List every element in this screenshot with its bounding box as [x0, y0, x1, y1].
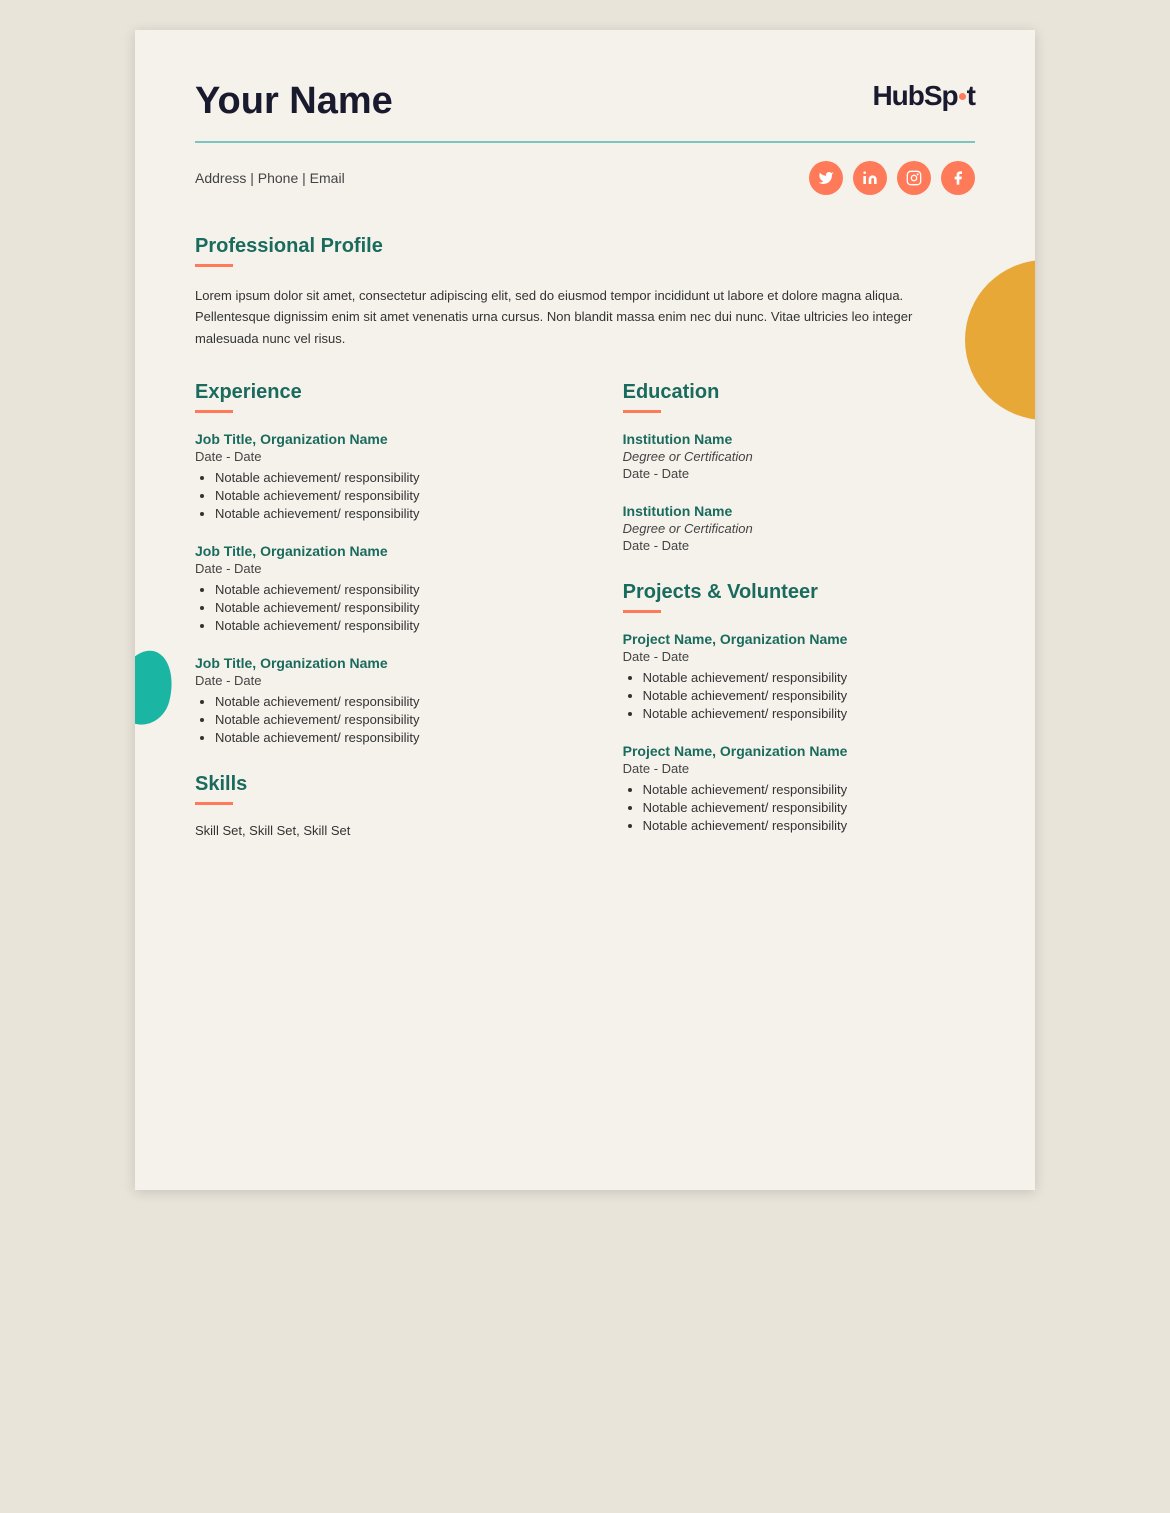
skills-section: Skills Skill Set, Skill Set, Skill Set — [195, 773, 583, 838]
list-item: Notable achievement/ responsibility — [215, 600, 583, 615]
instagram-icon[interactable] — [897, 161, 931, 195]
edu-institution-1: Institution Name — [623, 431, 975, 447]
exp-title-2: Job Title, Organization Name — [195, 543, 583, 559]
contact-row: Address | Phone | Email — [195, 161, 975, 195]
list-item: Notable achievement/ responsibility — [215, 506, 583, 521]
list-item: Notable achievement/ responsibility — [215, 488, 583, 503]
hubspot-text2: t — [967, 80, 975, 112]
edu-degree-2: Degree or Certification — [623, 521, 975, 536]
list-item: Notable achievement/ responsibility — [643, 818, 975, 833]
hubspot-logo: HubSpt — [872, 80, 975, 112]
list-item: Notable achievement/ responsibility — [215, 730, 583, 745]
exp-title-1: Job Title, Organization Name — [195, 431, 583, 447]
social-icons-group — [809, 161, 975, 195]
skills-heading: Skills — [195, 773, 583, 796]
exp-date-3: Date - Date — [195, 673, 583, 688]
education-underline — [623, 410, 661, 413]
education-section: Education Institution Name Degree or Cer… — [623, 381, 975, 553]
list-item: Notable achievement/ responsibility — [215, 712, 583, 727]
experience-entry-3: Job Title, Organization Name Date - Date… — [195, 655, 583, 745]
project-entry-2: Project Name, Organization Name Date - D… — [623, 743, 975, 833]
edu-date-1: Date - Date — [623, 466, 975, 481]
two-column-layout: Experience Job Title, Organization Name … — [195, 381, 975, 855]
contact-text: Address | Phone | Email — [195, 170, 345, 186]
list-item: Notable achievement/ responsibility — [643, 706, 975, 721]
exp-list-1: Notable achievement/ responsibility Nota… — [195, 470, 583, 521]
profile-underline — [195, 264, 233, 267]
profile-heading: Professional Profile — [195, 235, 975, 258]
profile-section: Professional Profile Lorem ipsum dolor s… — [195, 235, 975, 349]
experience-underline — [195, 410, 233, 413]
list-item: Notable achievement/ responsibility — [643, 688, 975, 703]
twitter-icon[interactable] — [809, 161, 843, 195]
linkedin-icon[interactable] — [853, 161, 887, 195]
edu-degree-1: Degree or Certification — [623, 449, 975, 464]
deco-orange-shape — [965, 260, 1035, 420]
education-heading: Education — [623, 381, 975, 404]
edu-date-2: Date - Date — [623, 538, 975, 553]
resume-name: Your Name — [195, 80, 393, 123]
exp-date-2: Date - Date — [195, 561, 583, 576]
exp-list-3: Notable achievement/ responsibility Nota… — [195, 694, 583, 745]
experience-entry-1: Job Title, Organization Name Date - Date… — [195, 431, 583, 521]
list-item: Notable achievement/ responsibility — [215, 618, 583, 633]
list-item: Notable achievement/ responsibility — [215, 582, 583, 597]
education-entry-1: Institution Name Degree or Certification… — [623, 431, 975, 481]
project-entry-1: Project Name, Organization Name Date - D… — [623, 631, 975, 721]
skills-underline — [195, 802, 233, 805]
facebook-icon[interactable] — [941, 161, 975, 195]
project-title-1: Project Name, Organization Name — [623, 631, 975, 647]
hubspot-dot — [959, 93, 966, 100]
experience-entry-2: Job Title, Organization Name Date - Date… — [195, 543, 583, 633]
left-column: Experience Job Title, Organization Name … — [195, 381, 583, 855]
list-item: Notable achievement/ responsibility — [643, 800, 975, 815]
list-item: Notable achievement/ responsibility — [215, 694, 583, 709]
experience-section: Experience Job Title, Organization Name … — [195, 381, 583, 745]
exp-date-1: Date - Date — [195, 449, 583, 464]
list-item: Notable achievement/ responsibility — [643, 782, 975, 797]
project-list-1: Notable achievement/ responsibility Nota… — [623, 670, 975, 721]
experience-heading: Experience — [195, 381, 583, 404]
page-header: Your Name HubSpt — [195, 80, 975, 123]
exp-title-3: Job Title, Organization Name — [195, 655, 583, 671]
right-column: Education Institution Name Degree or Cer… — [623, 381, 975, 855]
projects-underline — [623, 610, 661, 613]
project-date-2: Date - Date — [623, 761, 975, 776]
profile-body: Lorem ipsum dolor sit amet, consectetur … — [195, 285, 975, 349]
project-date-1: Date - Date — [623, 649, 975, 664]
skills-text: Skill Set, Skill Set, Skill Set — [195, 823, 583, 838]
project-title-2: Project Name, Organization Name — [623, 743, 975, 759]
projects-section: Projects & Volunteer Project Name, Organ… — [623, 581, 975, 833]
header-divider — [195, 141, 975, 143]
hubspot-text: HubSp — [872, 80, 957, 112]
project-list-2: Notable achievement/ responsibility Nota… — [623, 782, 975, 833]
projects-heading: Projects & Volunteer — [623, 581, 975, 604]
exp-list-2: Notable achievement/ responsibility Nota… — [195, 582, 583, 633]
resume-page: Your Name HubSpt Address | Phone | Email… — [135, 30, 1035, 1190]
edu-institution-2: Institution Name — [623, 503, 975, 519]
deco-teal-shape — [135, 644, 181, 731]
education-entry-2: Institution Name Degree or Certification… — [623, 503, 975, 553]
list-item: Notable achievement/ responsibility — [643, 670, 975, 685]
list-item: Notable achievement/ responsibility — [215, 470, 583, 485]
